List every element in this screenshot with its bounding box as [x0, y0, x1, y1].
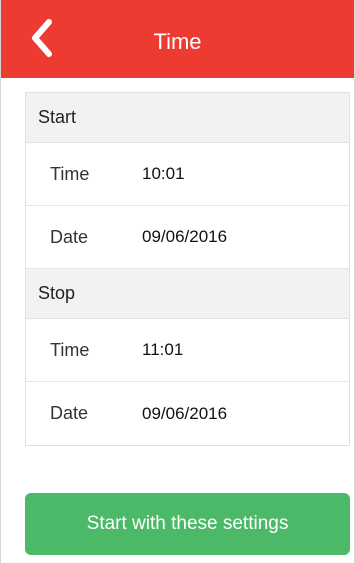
- stop-section-heading: Stop: [26, 269, 349, 319]
- start-date-label: Date: [50, 226, 89, 247]
- stop-date-label: Date: [50, 403, 89, 423]
- page-title: Time: [153, 29, 202, 54]
- top-bar: Time: [1, 0, 354, 78]
- start-with-settings-button[interactable]: Start with these settings: [25, 493, 350, 555]
- start-date-row: Date 09/06/2016: [26, 206, 349, 269]
- start-time-label: Time: [50, 163, 90, 184]
- time-settings-screen: Time Start Time 10:01 Date 09/06/2016 St…: [0, 0, 355, 563]
- stop-time-row: Time 11:01: [26, 319, 349, 382]
- start-date-field[interactable]: 09/06/2016: [142, 227, 227, 247]
- stop-date-field[interactable]: 09/06/2016: [142, 404, 227, 424]
- stop-time-label: Time: [50, 339, 90, 360]
- start-section-heading: Start: [26, 93, 349, 143]
- time-settings-panel: Start Time 10:01 Date 09/06/2016 Stop Ti…: [25, 92, 350, 446]
- stop-time-field[interactable]: 11:01: [142, 340, 183, 360]
- stop-date-row: Date 09/06/2016: [26, 382, 349, 445]
- start-time-row: Time 10:01: [26, 143, 349, 206]
- start-time-field[interactable]: 10:01: [142, 164, 185, 184]
